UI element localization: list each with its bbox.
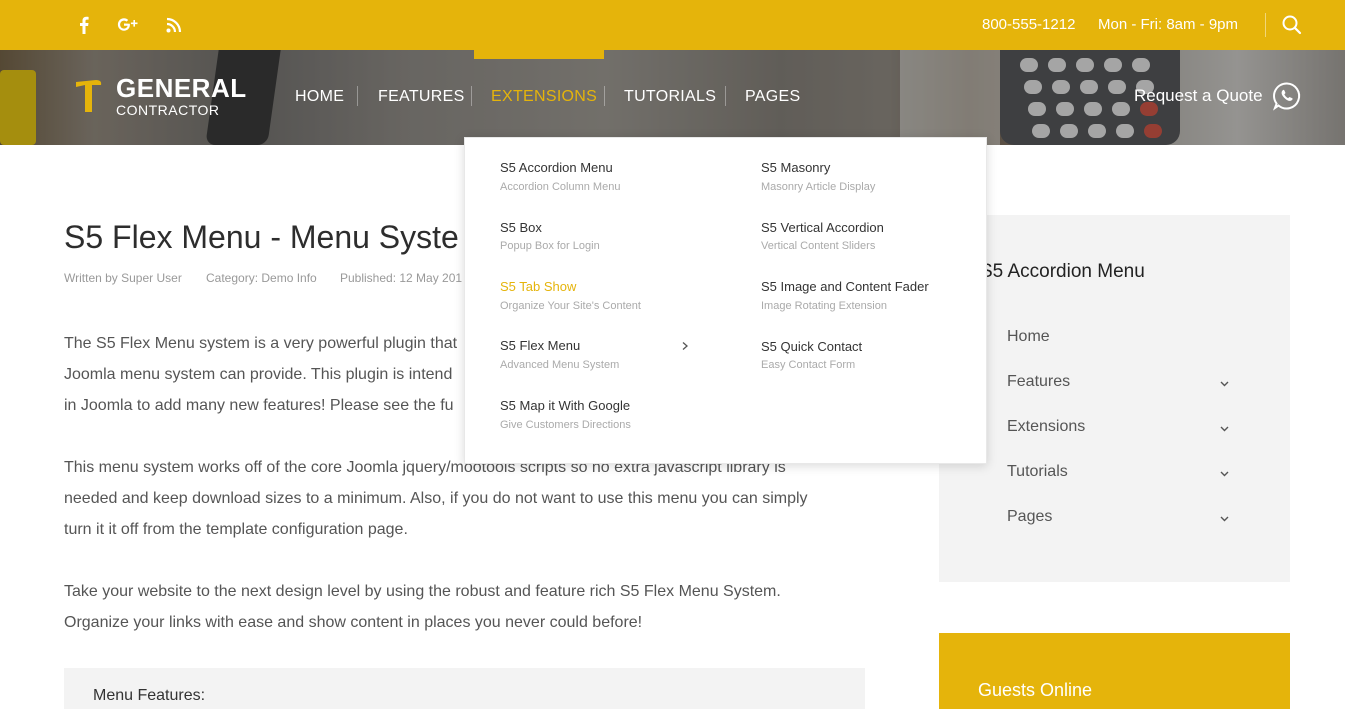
- dropdown-item-accordion-menu[interactable]: S5 Accordion Menu: [500, 160, 613, 175]
- dropdown-item-subtitle: Vertical Content Sliders: [761, 240, 876, 252]
- chevron-down-icon[interactable]: [1219, 378, 1230, 389]
- dropdown-item-subtitle: Image Rotating Extension: [761, 300, 887, 312]
- search-icon[interactable]: [1281, 14, 1303, 36]
- google-plus-icon[interactable]: [116, 13, 140, 37]
- request-quote-link[interactable]: Request a Quote: [1134, 86, 1263, 106]
- article-published: Published: 12 May 201: [340, 271, 463, 285]
- article-title: S5 Flex Menu - Menu Syste: [64, 219, 459, 255]
- phone-number: 800-555-1212: [982, 16, 1076, 33]
- sidebar-item-home[interactable]: Home: [1007, 328, 1050, 346]
- dropdown-item-tab-show[interactable]: S5 Tab Show: [500, 279, 576, 294]
- facebook-icon[interactable]: [72, 13, 96, 37]
- article-author: Written by Super User: [64, 271, 182, 285]
- nav-features[interactable]: FEATURES: [378, 88, 465, 106]
- sidebar-item-pages[interactable]: Pages: [1007, 508, 1052, 526]
- dropdown-item-subtitle: Give Customers Directions: [500, 419, 631, 431]
- dropdown-item-subtitle: Masonry Article Display: [761, 181, 876, 193]
- sidebar-title: S5 Accordion Menu: [980, 261, 1145, 282]
- nav-tutorials[interactable]: TUTORIALS: [624, 88, 716, 106]
- divider: [1265, 13, 1266, 37]
- dropdown-item-map-it[interactable]: S5 Map it With Google: [500, 398, 630, 413]
- nav-separator: [471, 86, 472, 106]
- sidebar-item-tutorials[interactable]: Tutorials: [1007, 463, 1068, 481]
- dropdown-item-masonry[interactable]: S5 Masonry: [761, 160, 830, 175]
- nav-pages[interactable]: PAGES: [745, 88, 800, 106]
- chevron-down-icon[interactable]: [1219, 513, 1230, 524]
- guests-online-module: Guests Online: [939, 633, 1290, 709]
- chevron-down-icon[interactable]: [1219, 468, 1230, 479]
- dropdown-item-flex-menu[interactable]: S5 Flex Menu: [500, 338, 580, 353]
- nav-separator: [357, 86, 358, 106]
- dropdown-item-quick-contact[interactable]: S5 Quick Contact: [761, 339, 862, 354]
- guests-online-title: Guests Online: [978, 680, 1093, 700]
- article-category[interactable]: Category: Demo Info: [206, 271, 317, 285]
- nav-extensions[interactable]: EXTENSIONS: [491, 88, 597, 106]
- dropdown-item-subtitle: Accordion Column Menu: [500, 181, 621, 193]
- active-nav-indicator: [474, 50, 604, 59]
- chevron-down-icon[interactable]: [1219, 423, 1230, 434]
- rss-icon[interactable]: [162, 13, 186, 37]
- menu-features-box: Menu Features:: [64, 668, 865, 709]
- article-paragraph: This menu system works off of the core J…: [64, 459, 808, 538]
- sidebar-item-features[interactable]: Features: [1007, 373, 1070, 391]
- dropdown-item-image-content-fader[interactable]: S5 Image and Content Fader: [761, 279, 929, 294]
- dropdown-item-box[interactable]: S5 Box: [500, 220, 542, 235]
- whatsapp-icon[interactable]: [1272, 81, 1302, 111]
- dropdown-item-vertical-accordion[interactable]: S5 Vertical Accordion: [761, 220, 884, 235]
- nav-separator: [725, 86, 726, 106]
- menu-features-title: Menu Features:: [93, 687, 206, 704]
- logo-subtitle[interactable]: CONTRACTOR: [116, 102, 220, 118]
- logo-title[interactable]: GENERAL: [116, 73, 247, 104]
- nav-separator: [604, 86, 605, 106]
- sidebar-item-extensions[interactable]: Extensions: [1007, 418, 1085, 436]
- dropdown-item-subtitle: Easy Contact Form: [761, 359, 856, 371]
- dropdown-item-subtitle: Advanced Menu System: [500, 359, 620, 371]
- dropdown-item-subtitle: Organize Your Site's Content: [500, 300, 641, 312]
- business-hours: Mon - Fri: 8am - 9pm: [1098, 16, 1239, 33]
- top-bar: 800-555-1212 Mon - Fri: 8am - 9pm: [0, 0, 1345, 50]
- hammer-icon[interactable]: [74, 78, 102, 114]
- article-paragraph: Take your website to the next design lev…: [64, 583, 781, 631]
- chevron-right-icon[interactable]: [680, 341, 690, 351]
- nav-home[interactable]: HOME: [295, 88, 344, 106]
- dropdown-item-subtitle: Popup Box for Login: [500, 240, 600, 252]
